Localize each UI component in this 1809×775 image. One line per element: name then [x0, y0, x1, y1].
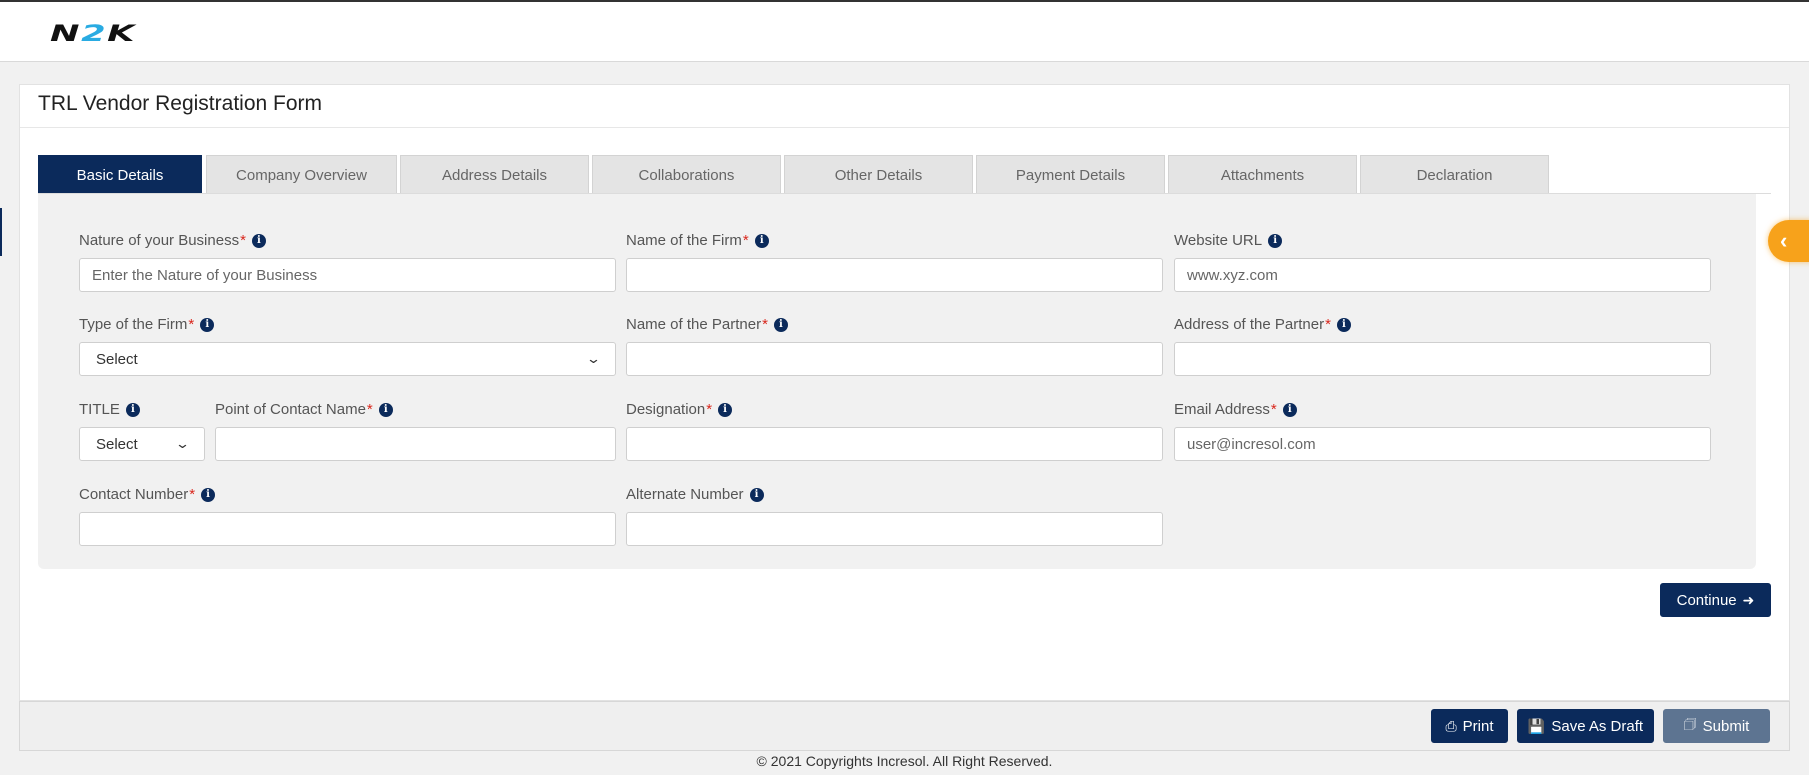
id-card-icon: 🗇	[1683, 716, 1697, 732]
info-icon[interactable]: i	[1282, 402, 1297, 417]
continue-button[interactable]: Continue ➜	[1660, 583, 1771, 617]
designation-label: Designation * i	[626, 401, 733, 418]
nature-of-business-input[interactable]	[79, 258, 616, 292]
chevron-down-icon: ⌄	[174, 436, 191, 451]
tab-attachments[interactable]: Attachments	[1168, 155, 1357, 194]
registration-card: TRL Vendor Registration Form Basic Detai…	[19, 84, 1790, 701]
contact-number-input[interactable]	[79, 512, 616, 546]
info-icon[interactable]: i	[1268, 233, 1283, 248]
chevron-left-icon: ‹	[1780, 228, 1788, 253]
tab-payment-details[interactable]: Payment Details	[976, 155, 1165, 194]
info-icon[interactable]: i	[251, 233, 266, 248]
chevron-down-icon: ⌄	[585, 351, 602, 366]
info-icon[interactable]: i	[125, 402, 140, 417]
left-edge-marker	[0, 208, 2, 256]
info-icon[interactable]: i	[1336, 317, 1351, 332]
website-url-input[interactable]	[1174, 258, 1711, 292]
required-mark: *	[742, 232, 749, 249]
info-icon[interactable]: i	[201, 487, 216, 502]
contact-name-input[interactable]	[215, 427, 616, 461]
tab-declaration[interactable]: Declaration	[1360, 155, 1549, 194]
info-icon[interactable]: i	[200, 317, 215, 332]
partner-name-label: Name of the Partner * i	[626, 316, 788, 333]
printer-icon: ⎙	[1445, 717, 1457, 734]
required-mark: *	[762, 316, 768, 333]
firm-type-select[interactable]: Select ⌄	[79, 342, 616, 376]
alternate-number-label: Alternate Number i	[626, 486, 764, 503]
alternate-number-input[interactable]	[626, 512, 1163, 546]
tab-company-overview[interactable]: Company Overview	[206, 155, 397, 194]
required-mark: *	[366, 401, 373, 418]
submit-button[interactable]: 🗇 Submit	[1663, 709, 1770, 743]
required-mark: *	[240, 232, 246, 249]
required-mark: *	[189, 486, 196, 503]
copyright-text: © 2021 Copyrights Incresol. All Right Re…	[756, 753, 1053, 769]
page-title: TRL Vendor Registration Form	[38, 92, 323, 115]
title-label: TITLE i	[79, 401, 140, 418]
partner-name-input[interactable]	[626, 342, 1163, 376]
n2k-logo: N2K	[50, 22, 137, 47]
nature-of-business-label: Nature of your Business * i	[79, 232, 266, 249]
continue-label: Continue	[1676, 591, 1737, 609]
basic-details-form: Nature of your Business *i Name of the F…	[38, 194, 1756, 569]
required-mark: *	[1270, 401, 1277, 418]
email-address-label: Email Address * i	[1174, 401, 1297, 418]
tab-other-details[interactable]: Other Details	[784, 155, 973, 194]
firm-name-label: Name of the Firm * i	[626, 232, 769, 249]
email-address-input[interactable]	[1174, 427, 1711, 461]
contact-number-label: Contact Number * i	[79, 486, 216, 503]
firm-type-label: Type of the Firm * i	[79, 316, 215, 333]
info-icon[interactable]: i	[773, 317, 788, 332]
info-icon[interactable]: i	[718, 402, 733, 417]
top-header: N2K	[0, 0, 1809, 62]
tab-collaborations[interactable]: Collaborations	[592, 155, 781, 194]
floppy-disk-icon: 💾	[1527, 717, 1546, 734]
save-as-draft-button[interactable]: 💾 Save As Draft	[1517, 709, 1654, 743]
required-mark: *	[188, 316, 195, 333]
info-icon[interactable]: i	[754, 233, 769, 248]
title-select[interactable]: Select ⌄	[79, 427, 205, 461]
tab-address-details[interactable]: Address Details	[400, 155, 589, 194]
required-mark: *	[706, 401, 713, 418]
title-selected-value: Select	[96, 435, 138, 453]
submit-label: Submit	[1702, 717, 1750, 735]
required-mark: *	[1325, 316, 1331, 333]
side-panel-toggle[interactable]: ‹	[1768, 220, 1809, 262]
print-label: Print	[1462, 717, 1494, 735]
website-url-label: Website URL i	[1174, 232, 1283, 249]
partner-address-label: Address of the Partner * i	[1174, 316, 1351, 333]
tab-basic-details[interactable]: Basic Details	[38, 155, 202, 194]
action-footer: ⎙ Print 💾 Save As Draft 🗇 Submit	[19, 701, 1790, 751]
info-icon[interactable]: i	[378, 402, 393, 417]
designation-input[interactable]	[626, 427, 1163, 461]
partner-address-input[interactable]	[1174, 342, 1711, 376]
contact-name-label: Point of Contact Name * i	[215, 401, 393, 418]
firm-type-selected-value: Select	[96, 350, 138, 368]
info-icon[interactable]: i	[749, 487, 764, 502]
title-divider	[20, 127, 1789, 128]
arrow-circle-right-icon: ➜	[1742, 591, 1755, 608]
save-as-draft-label: Save As Draft	[1551, 717, 1644, 735]
print-button[interactable]: ⎙ Print	[1431, 709, 1508, 743]
firm-name-input[interactable]	[626, 258, 1163, 292]
